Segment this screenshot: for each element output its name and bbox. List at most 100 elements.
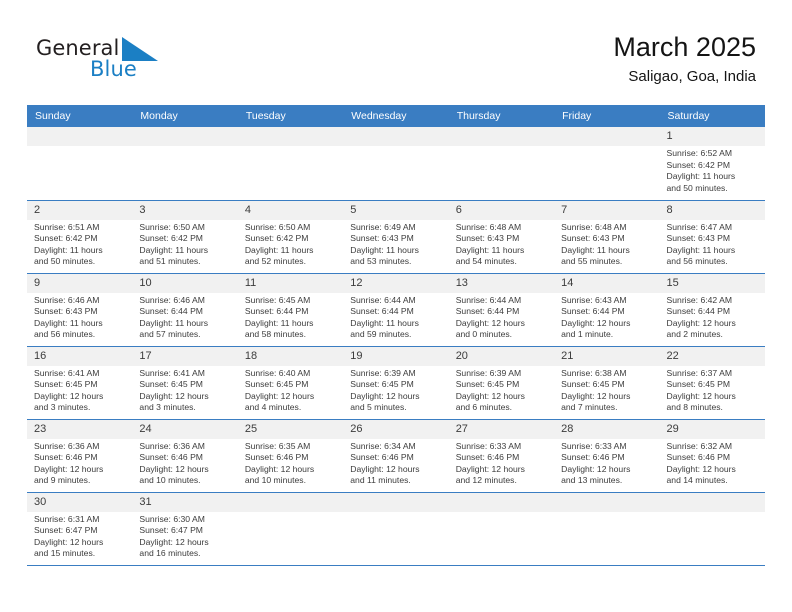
calendar-day-cell[interactable]: 28 Sunrise: 6:33 AM Sunset: 6:46 PM Dayligh… <box>554 419 660 493</box>
calendar-week-row: 30 Sunrise: 6:31 AM Sunset: 6:47 PM Dayligh… <box>27 492 765 566</box>
sunrise-text: Sunrise: 6:40 AM <box>244 367 311 378</box>
calendar-day-cell[interactable]: 26 Sunrise: 6:34 AM Sunset: 6:46 PM Dayligh… <box>343 419 449 493</box>
calendar-day-cell[interactable]: 4 Sunrise: 6:50 AM Sunset: 6:42 PM Daylight… <box>237 200 344 274</box>
daylight-text: Daylight: 11 hours <box>139 317 209 328</box>
calendar-day-cell[interactable]: 21 Sunrise: 6:38 AM Sunset: 6:45 PM Dayligh… <box>554 346 660 420</box>
calendar-day-cell[interactable]: 31 Sunrise: 6:30 AM Sunset: 6:47 PM Dayligh… <box>132 492 238 566</box>
calendar-day-cell[interactable]: 14 Sunrise: 6:43 AM Sunset: 6:44 PM Dayligh… <box>554 273 660 347</box>
calendar-cell-empty <box>237 492 344 566</box>
day-details: Sunrise: 6:41 AM Sunset: 6:45 PM Daylight:… <box>27 366 132 414</box>
calendar-day-cell[interactable]: 8 Sunrise: 6:47 AM Sunset: 6:43 PM Daylight… <box>659 200 765 274</box>
weekday-header-monday: Monday <box>132 105 238 127</box>
sunrise-text: Sunrise: 6:32 AM <box>666 440 732 451</box>
daylight-text-cont: and 3 minutes. <box>139 402 196 413</box>
daylight-text: Daylight: 11 hours <box>244 317 314 328</box>
daylight-text-cont: and 58 minutes. <box>244 329 306 340</box>
sunrise-text: Sunrise: 6:36 AM <box>34 440 100 451</box>
daylight-text: Daylight: 11 hours <box>455 244 525 255</box>
general-blue-logo[interactable]: General Blue <box>36 36 196 88</box>
day-number: 15 <box>659 273 765 293</box>
calendar-day-cell[interactable]: 10 Sunrise: 6:46 AM Sunset: 6:44 PM Dayligh… <box>132 273 238 347</box>
calendar-day-cell[interactable]: 12 Sunrise: 6:44 AM Sunset: 6:44 PM Dayligh… <box>343 273 449 347</box>
sunset-text: Sunset: 6:45 PM <box>666 379 731 390</box>
daylight-text-cont: and 12 minutes. <box>455 475 517 486</box>
daylight-text: Daylight: 12 hours <box>455 390 525 401</box>
sunrise-text: Sunrise: 6:46 AM <box>139 294 205 305</box>
day-details: Sunrise: 6:47 AM Sunset: 6:43 PM Daylight:… <box>660 220 765 268</box>
day-number: 14 <box>554 273 660 293</box>
calendar-day-cell[interactable]: 3 Sunrise: 6:50 AM Sunset: 6:42 PM Daylight… <box>132 200 238 274</box>
calendar-day-cell[interactable]: 1 Sunrise: 6:52 AM Sunset: 6:42 PM Daylight… <box>659 127 765 201</box>
day-details: Sunrise: 6:42 AM Sunset: 6:44 PM Daylight:… <box>660 293 765 341</box>
sunset-text: Sunset: 6:44 PM <box>666 306 731 317</box>
calendar-day-cell[interactable]: 9 Sunrise: 6:46 AM Sunset: 6:43 PM Daylight… <box>27 273 133 347</box>
calendar-week-row: 9 Sunrise: 6:46 AM Sunset: 6:43 PM Daylight… <box>27 273 765 347</box>
sunset-text: Sunset: 6:44 PM <box>244 306 309 317</box>
calendar-day-cell[interactable]: 27 Sunrise: 6:33 AM Sunset: 6:46 PM Dayligh… <box>448 419 555 493</box>
calendar-day-cell[interactable]: 18 Sunrise: 6:40 AM Sunset: 6:45 PM Dayligh… <box>237 346 344 420</box>
sunrise-text: Sunrise: 6:44 AM <box>350 294 416 305</box>
day-details: Sunrise: 6:33 AM Sunset: 6:46 PM Daylight:… <box>554 439 659 487</box>
day-details: Sunrise: 6:49 AM Sunset: 6:43 PM Daylight:… <box>343 220 448 268</box>
calendar-day-cell[interactable]: 19 Sunrise: 6:39 AM Sunset: 6:45 PM Dayligh… <box>343 346 449 420</box>
day-number: 27 <box>448 419 555 439</box>
day-number <box>554 127 660 146</box>
calendar-day-cell[interactable]: 2 Sunrise: 6:51 AM Sunset: 6:42 PM Daylight… <box>27 200 133 274</box>
sunrise-text: Sunrise: 6:33 AM <box>561 440 627 451</box>
daylight-text-cont: and 56 minutes. <box>34 329 96 340</box>
calendar-day-cell[interactable]: 16 Sunrise: 6:41 AM Sunset: 6:45 PM Dayligh… <box>27 346 133 420</box>
sunset-text: Sunset: 6:42 PM <box>34 233 98 244</box>
calendar-day-cell[interactable]: 25 Sunrise: 6:35 AM Sunset: 6:46 PM Dayligh… <box>237 419 344 493</box>
daylight-text: Daylight: 12 hours <box>244 390 315 401</box>
sunset-text: Sunset: 6:46 PM <box>139 452 203 463</box>
sunset-text: Sunset: 6:45 PM <box>139 379 203 390</box>
day-number: 9 <box>27 273 133 293</box>
sunrise-text: Sunrise: 6:34 AM <box>350 440 416 451</box>
calendar-day-cell[interactable]: 20 Sunrise: 6:39 AM Sunset: 6:45 PM Dayligh… <box>448 346 555 420</box>
sunset-text: Sunset: 6:45 PM <box>561 379 625 390</box>
calendar-header-row: Sunday Monday Tuesday Wednesday Thursday… <box>27 105 765 127</box>
day-details: Sunrise: 6:38 AM Sunset: 6:45 PM Daylight:… <box>554 366 659 414</box>
day-details: Sunrise: 6:34 AM Sunset: 6:46 PM Daylight:… <box>343 439 448 487</box>
sunrise-text: Sunrise: 6:47 AM <box>666 221 732 232</box>
daylight-text: Daylight: 12 hours <box>34 463 104 474</box>
logo-text-blue: Blue <box>90 57 137 81</box>
day-number: 17 <box>132 346 238 366</box>
calendar-week-row: 16 Sunrise: 6:41 AM Sunset: 6:45 PM Dayligh… <box>27 346 765 420</box>
calendar-day-cell[interactable]: 24 Sunrise: 6:36 AM Sunset: 6:46 PM Dayligh… <box>132 419 238 493</box>
calendar-cell-empty <box>132 127 238 201</box>
weekday-header-tuesday: Tuesday <box>237 105 344 127</box>
calendar-day-cell[interactable]: 22 Sunrise: 6:37 AM Sunset: 6:45 PM Dayligh… <box>659 346 765 420</box>
calendar-day-cell[interactable]: 6 Sunrise: 6:48 AM Sunset: 6:43 PM Daylight… <box>448 200 555 274</box>
calendar-day-cell[interactable]: 17 Sunrise: 6:41 AM Sunset: 6:45 PM Dayligh… <box>132 346 238 420</box>
day-details: Sunrise: 6:51 AM Sunset: 6:42 PM Daylight:… <box>27 220 132 268</box>
calendar-week-row: 23 Sunrise: 6:36 AM Sunset: 6:46 PM Dayligh… <box>27 419 765 493</box>
daylight-text: Daylight: 11 hours <box>561 244 630 255</box>
calendar-day-cell[interactable]: 11 Sunrise: 6:45 AM Sunset: 6:44 PM Dayligh… <box>237 273 344 347</box>
day-details: Sunrise: 6:39 AM Sunset: 6:45 PM Daylight:… <box>449 366 554 414</box>
daylight-text: Daylight: 11 hours <box>244 244 314 255</box>
day-details <box>554 146 659 148</box>
calendar-day-cell[interactable]: 15 Sunrise: 6:42 AM Sunset: 6:44 PM Dayligh… <box>659 273 765 347</box>
daylight-text: Daylight: 11 hours <box>139 244 209 255</box>
day-number: 6 <box>448 200 555 220</box>
calendar-day-cell[interactable]: 13 Sunrise: 6:44 AM Sunset: 6:44 PM Dayligh… <box>448 273 555 347</box>
calendar-day-cell[interactable]: 23 Sunrise: 6:36 AM Sunset: 6:46 PM Dayligh… <box>27 419 133 493</box>
day-number: 29 <box>659 419 765 439</box>
sunrise-text: Sunrise: 6:31 AM <box>34 513 100 524</box>
daylight-text: Daylight: 12 hours <box>350 463 420 474</box>
calendar-day-cell[interactable]: 29 Sunrise: 6:32 AM Sunset: 6:46 PM Dayligh… <box>659 419 765 493</box>
day-details: Sunrise: 6:39 AM Sunset: 6:45 PM Daylight:… <box>343 366 448 414</box>
day-details: Sunrise: 6:30 AM Sunset: 6:47 PM Daylight:… <box>132 512 237 560</box>
calendar-day-cell[interactable]: 30 Sunrise: 6:31 AM Sunset: 6:47 PM Dayligh… <box>27 492 133 566</box>
day-details: Sunrise: 6:36 AM Sunset: 6:46 PM Daylight:… <box>27 439 132 487</box>
calendar-day-cell[interactable]: 7 Sunrise: 6:48 AM Sunset: 6:43 PM Daylight… <box>554 200 660 274</box>
sunset-text: Sunset: 6:43 PM <box>34 306 98 317</box>
calendar-day-cell[interactable]: 5 Sunrise: 6:49 AM Sunset: 6:43 PM Daylight… <box>343 200 449 274</box>
sunrise-text: Sunrise: 6:39 AM <box>350 367 416 378</box>
daylight-text-cont: and 57 minutes. <box>139 329 201 340</box>
daylight-text-cont: and 56 minutes. <box>666 256 728 267</box>
sunrise-text: Sunrise: 6:35 AM <box>244 440 311 451</box>
daylight-text: Daylight: 11 hours <box>350 317 419 328</box>
day-number: 5 <box>343 200 449 220</box>
